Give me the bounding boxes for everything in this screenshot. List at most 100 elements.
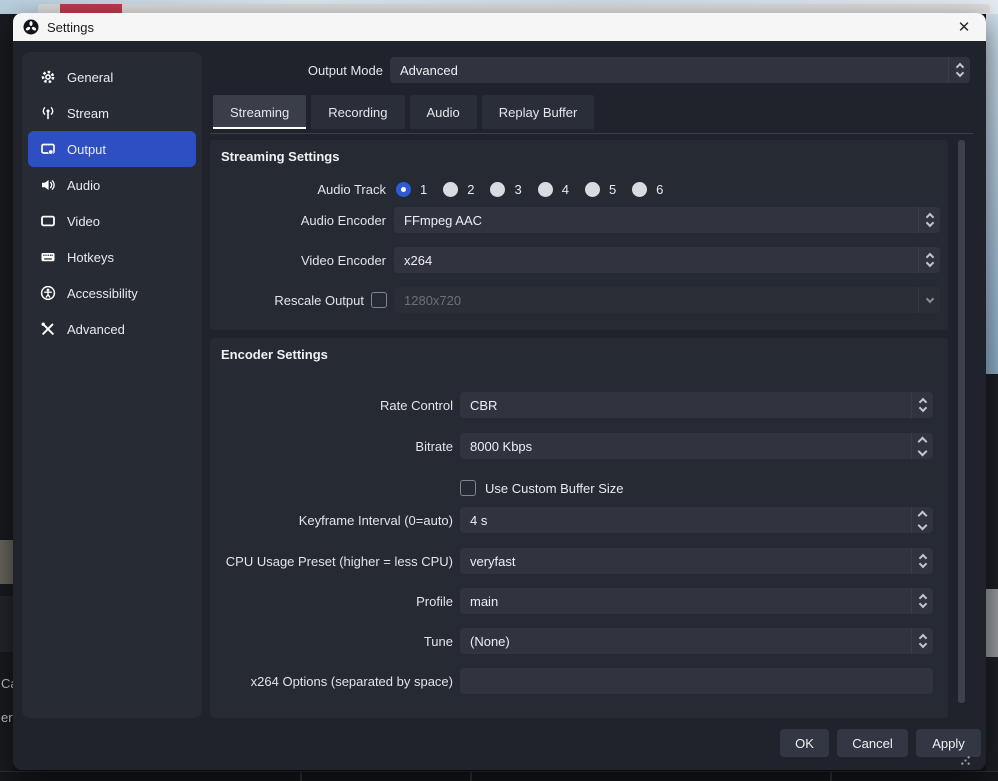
video-encoder-value: x264 [404, 253, 432, 268]
output-tabs: Streaming Recording Audio Replay Buffer [213, 95, 594, 129]
audio-track-6-radio[interactable] [632, 182, 647, 197]
section-title: Encoder Settings [221, 347, 328, 362]
tab-streaming[interactable]: Streaming [213, 95, 306, 129]
tabs-divider [210, 133, 973, 134]
spinbox-arrows[interactable] [911, 433, 933, 459]
sidebar-item-audio[interactable]: Audio [28, 167, 196, 203]
dropdown-spinner[interactable] [911, 628, 933, 654]
radio-label: 6 [656, 182, 663, 197]
section-title: Streaming Settings [221, 149, 339, 164]
antenna-icon [40, 105, 56, 121]
sidebar-item-output[interactable]: Output [28, 131, 196, 167]
sidebar-item-video[interactable]: Video [28, 203, 196, 239]
rescale-resolution-value: 1280x720 [404, 293, 461, 308]
background-bottom-edge [0, 771, 998, 781]
profile-select[interactable]: main [460, 588, 933, 614]
tab-audio[interactable]: Audio [410, 95, 477, 129]
sidebar-item-label: Hotkeys [67, 250, 114, 265]
dropdown-arrow[interactable] [918, 287, 940, 313]
dropdown-spinner[interactable] [948, 57, 970, 83]
ok-button[interactable]: OK [780, 729, 829, 757]
cpu-usage-preset-label: CPU Usage Preset (higher = less CPU) [210, 554, 453, 569]
vertical-scrollbar[interactable] [958, 140, 965, 703]
radio-label: 1 [420, 182, 427, 197]
dropdown-spinner[interactable] [911, 392, 933, 418]
radio-label: 3 [514, 182, 521, 197]
close-icon[interactable]: ✕ [952, 16, 976, 38]
dropdown-spinner[interactable] [918, 207, 940, 233]
cpu-usage-preset-value: veryfast [470, 554, 516, 569]
output-mode-label: Output Mode [173, 57, 383, 84]
rate-control-value: CBR [470, 398, 497, 413]
audio-track-2-radio[interactable] [443, 182, 458, 197]
tab-recording[interactable]: Recording [311, 95, 404, 129]
sidebar-item-label: General [67, 70, 113, 85]
rate-control-select[interactable]: CBR [460, 392, 933, 418]
monitor-icon [40, 213, 56, 229]
dropdown-spinner[interactable] [911, 588, 933, 614]
background-browser-red-bar [60, 4, 122, 13]
tune-select[interactable]: (None) [460, 628, 933, 654]
titlebar[interactable]: Settings ✕ [13, 13, 986, 41]
audio-encoder-select[interactable]: FFmpeg AAC [394, 207, 940, 233]
audio-encoder-label: Audio Encoder [210, 213, 386, 228]
settings-dialog: Settings ✕ General Stream [13, 13, 986, 770]
video-encoder-select[interactable]: x264 [394, 247, 940, 273]
settings-sidebar: General Stream Output [22, 52, 202, 718]
audio-track-radio-group: 1 2 3 4 5 6 [396, 182, 670, 197]
tab-label: Recording [328, 105, 387, 120]
radio-label: 4 [562, 182, 569, 197]
rescale-output-label: Rescale Output [210, 293, 364, 308]
radio-label: 5 [609, 182, 616, 197]
audio-track-4-radio[interactable] [538, 182, 553, 197]
dropdown-spinner[interactable] [918, 247, 940, 273]
background-right-edge [986, 14, 998, 781]
profile-value: main [470, 594, 498, 609]
audio-track-5-radio[interactable] [585, 182, 600, 197]
screen: Ca er Settings ✕ [0, 0, 998, 781]
sidebar-item-stream[interactable]: Stream [28, 95, 196, 131]
encoder-settings-panel: Encoder Settings Rate Control CBR Bitrat… [210, 338, 948, 718]
sidebar-item-accessibility[interactable]: Accessibility [28, 275, 196, 311]
tab-label: Audio [427, 105, 460, 120]
background-right-window-fragment [986, 589, 998, 657]
spinbox-arrows[interactable] [911, 507, 933, 533]
rescale-output-checkbox[interactable] [371, 292, 387, 308]
tab-label: Streaming [230, 105, 289, 120]
keyboard-icon [40, 249, 56, 265]
sidebar-item-label: Video [67, 214, 100, 229]
background-browser-bar [38, 4, 990, 13]
accessibility-icon [40, 285, 56, 301]
sidebar-item-hotkeys[interactable]: Hotkeys [28, 239, 196, 275]
keyframe-interval-spinbox[interactable]: 4 s [460, 507, 933, 533]
keyframe-interval-value: 4 s [470, 513, 487, 528]
audio-track-3-radio[interactable] [490, 182, 505, 197]
use-custom-buffer-checkbox[interactable] [460, 480, 476, 496]
sidebar-item-label: Advanced [67, 322, 125, 337]
audio-track-1-radio[interactable] [396, 182, 411, 197]
gear-icon [40, 69, 56, 85]
dropdown-spinner[interactable] [911, 548, 933, 574]
x264-options-input[interactable] [460, 668, 933, 694]
bitrate-spinbox[interactable]: 8000 Kbps [460, 433, 933, 459]
streaming-settings-panel: Streaming Settings Audio Track 1 2 3 4 5… [210, 140, 948, 330]
apply-button[interactable]: Apply [916, 729, 981, 757]
tab-replay-buffer[interactable]: Replay Buffer [482, 95, 595, 129]
sidebar-item-label: Output [67, 142, 106, 157]
output-mode-select[interactable]: Advanced [390, 57, 970, 83]
resize-grip[interactable] [961, 756, 970, 765]
audio-encoder-value: FFmpeg AAC [404, 213, 482, 228]
cpu-usage-preset-select[interactable]: veryfast [460, 548, 933, 574]
sidebar-item-label: Accessibility [67, 286, 138, 301]
background-text-fragment: er [1, 710, 13, 725]
sidebar-item-label: Stream [67, 106, 109, 121]
bitrate-value: 8000 Kbps [470, 439, 532, 454]
sidebar-item-advanced[interactable]: Advanced [28, 311, 196, 347]
bitrate-label: Bitrate [210, 439, 453, 454]
tab-label: Replay Buffer [499, 105, 578, 120]
cancel-button[interactable]: Cancel [837, 729, 908, 757]
rescale-resolution-select[interactable]: 1280x720 [394, 287, 940, 313]
x264-options-label: x264 Options (separated by space) [210, 674, 453, 689]
tools-icon [40, 321, 56, 337]
sidebar-item-general[interactable]: General [28, 59, 196, 95]
